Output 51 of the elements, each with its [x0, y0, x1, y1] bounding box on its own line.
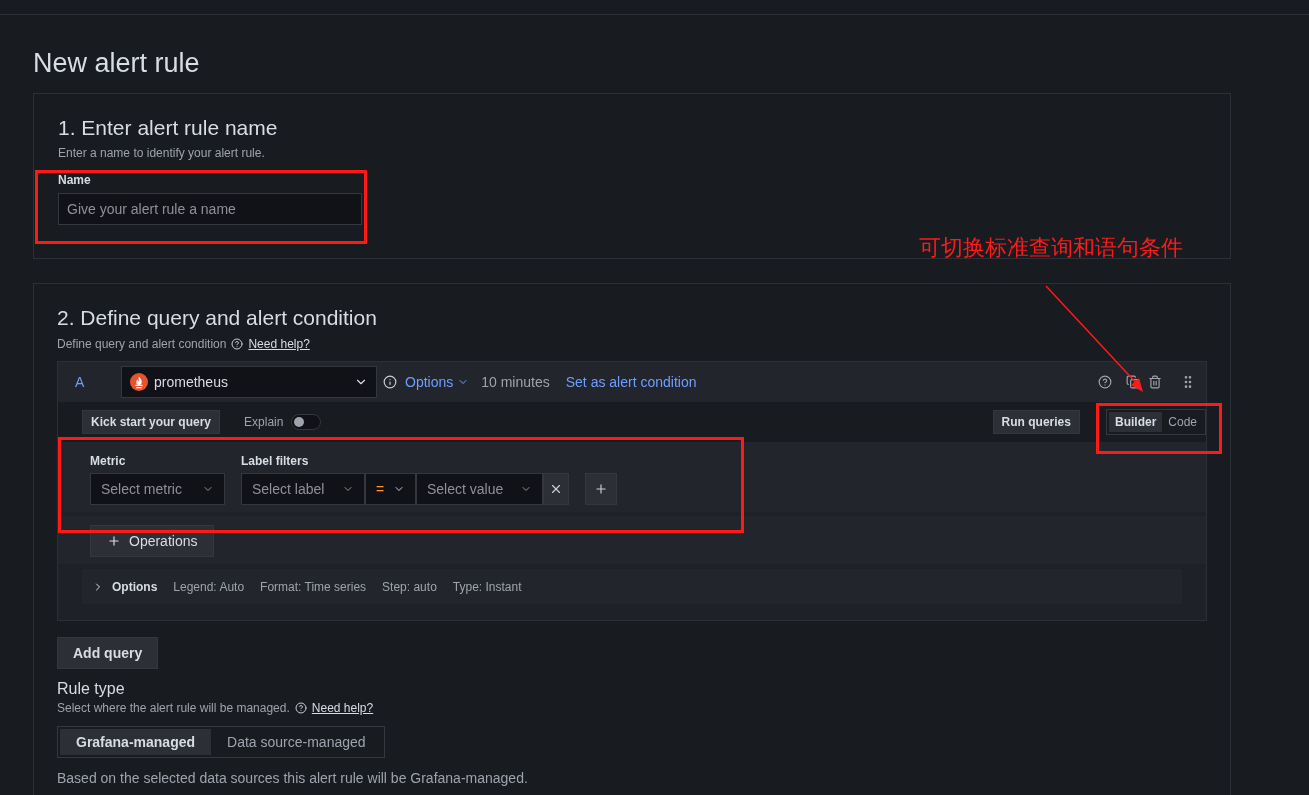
metric-select[interactable]: Select metric — [90, 473, 225, 505]
explain-switch[interactable] — [291, 414, 322, 430]
remove-filter-button[interactable] — [543, 473, 569, 505]
operations-button[interactable]: Operations — [90, 525, 215, 557]
duplicate-icon[interactable] — [1126, 375, 1140, 389]
help-icon — [294, 702, 307, 714]
mode-tab[interactable]: Code — [1162, 412, 1203, 432]
plus-icon — [107, 534, 121, 548]
section-title: 1. Enter alert rule name — [58, 115, 279, 141]
page-title: New alert rule — [33, 47, 201, 80]
field-label: Metric — [90, 453, 127, 468]
flame-logo-icon — [130, 373, 148, 391]
help-icon[interactable] — [1098, 375, 1112, 389]
operator-select[interactable]: = — [365, 473, 416, 505]
value-select[interactable]: Select value — [416, 473, 543, 505]
add-query-button[interactable]: Add query — [57, 637, 159, 669]
query-ref: A — [75, 372, 86, 392]
label-select[interactable]: Select label — [241, 473, 365, 505]
option-summary: Type: Instant — [452, 578, 522, 596]
name-input[interactable]: Give your alert rule a name — [58, 193, 362, 225]
explain-label: Explain — [244, 414, 284, 431]
help-link[interactable]: Need help? — [311, 699, 374, 717]
section-description: Define query and alert condition — [57, 336, 227, 353]
rule-type-description: Select where the alert rule will be managed. — [57, 700, 290, 717]
datasource-select[interactable]: prometheus — [121, 366, 377, 398]
set-condition-link[interactable]: Set as alert condition — [565, 371, 697, 393]
info-icon — [383, 375, 397, 389]
mode-tab[interactable]: Builder — [1108, 412, 1163, 432]
interval-text: 10 minutes — [481, 372, 550, 392]
section-title: 2. Define query and alert condition — [57, 305, 378, 331]
field-label: Label filters — [241, 453, 310, 468]
trash-icon[interactable] — [1148, 375, 1162, 389]
field-label: Name — [58, 172, 92, 189]
rule-type-tab[interactable]: Grafana-managed — [60, 729, 212, 755]
plus-icon — [594, 482, 608, 496]
run-queries-button[interactable]: Run queries — [992, 410, 1080, 434]
add-filter-button[interactable] — [585, 473, 617, 505]
option-summary: Format: Time series — [260, 578, 367, 596]
help-link[interactable]: Need help? — [248, 335, 310, 353]
option-summary: Step: auto — [382, 578, 437, 596]
section-description: Enter a name to identify your alert rule. — [58, 145, 266, 162]
rule-type-note: Based on the selected data sources this alert rule will be Grafana-managed. — [57, 769, 529, 788]
rule-type-title: Rule type — [57, 679, 126, 699]
option-summary: Legend: Auto — [173, 578, 245, 596]
options-toggle[interactable]: Options — [405, 371, 470, 393]
options-expander[interactable]: Options — [92, 577, 158, 596]
kick-start-button[interactable]: Kick start your query — [82, 410, 221, 434]
help-icon — [231, 338, 244, 350]
close-icon — [549, 482, 563, 496]
rule-type-tab[interactable]: Data source-managed — [211, 729, 382, 755]
annotation-text: 可切换标准查询和语句条件 — [919, 234, 1183, 262]
